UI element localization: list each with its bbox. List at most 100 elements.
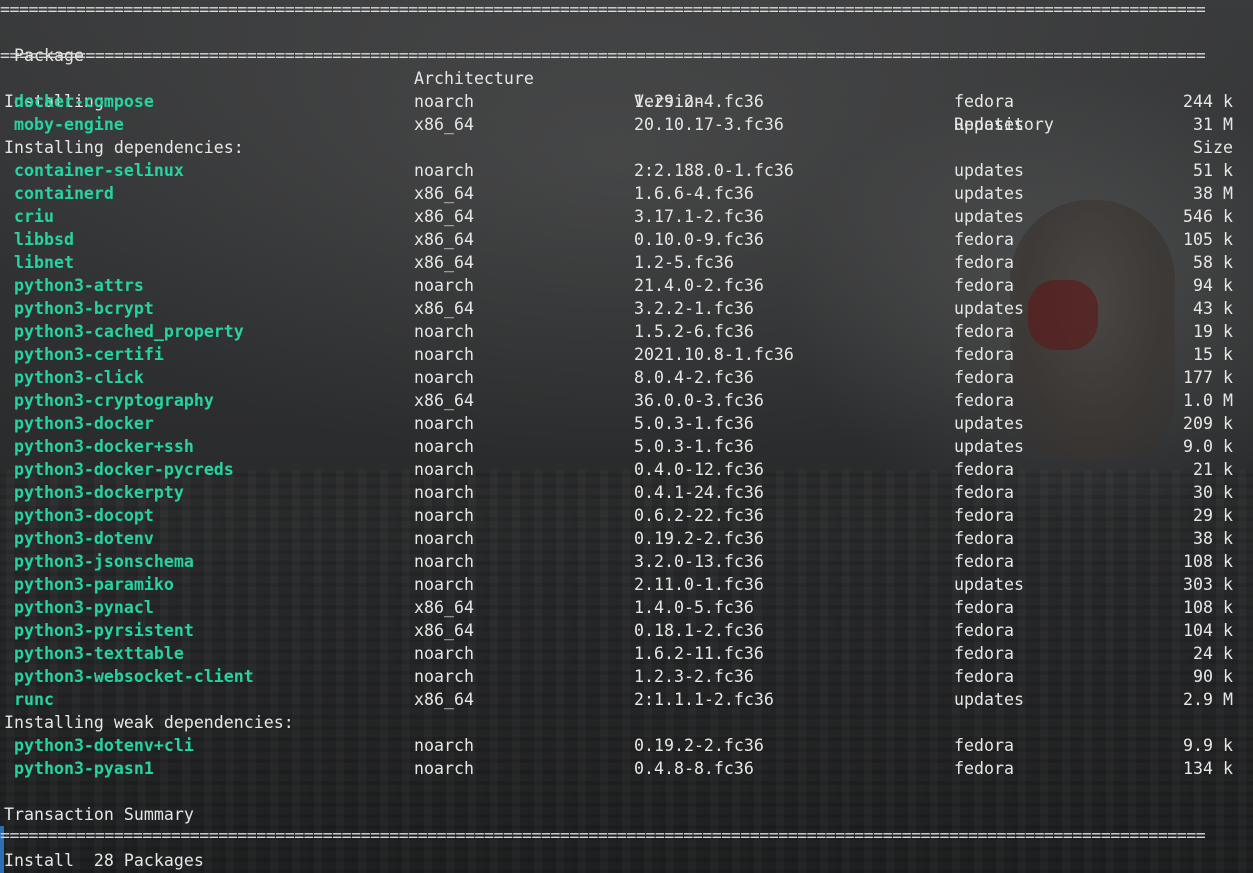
- package-name: containerd: [14, 184, 114, 203]
- table-row: python3-dotenv+cli noarch 0.19.2-2.fc36 fed…: [0, 734, 1253, 757]
- package-version: 1.2.3-2.fc36: [634, 667, 754, 686]
- package-arch: noarch: [414, 552, 474, 571]
- package-size: 9.9 k: [1183, 736, 1233, 755]
- table-row: libbsd x86_64 0.10.0-9.fc36 fedora 105 k: [0, 228, 1253, 251]
- table-row: libnet x86_64 1.2-5.fc36 fedora 58 k: [0, 251, 1253, 274]
- package-repo: fedora: [954, 506, 1014, 525]
- package-version: 0.19.2-2.fc36: [634, 529, 764, 548]
- package-size: 105 k: [1183, 230, 1233, 249]
- package-repo: updates: [954, 161, 1024, 180]
- package-arch: noarch: [414, 736, 474, 755]
- package-name: python3-docker+ssh: [14, 437, 194, 456]
- package-arch: x86_64: [414, 299, 474, 318]
- package-version: 0.6.2-22.fc36: [634, 506, 764, 525]
- package-arch: x86_64: [414, 184, 474, 203]
- package-version: 2:1.1.1-2.fc36: [634, 690, 774, 709]
- package-arch: noarch: [414, 345, 474, 364]
- package-version: 0.4.0-12.fc36: [634, 460, 764, 479]
- package-name: libbsd: [14, 230, 74, 249]
- package-version: 0.10.0-9.fc36: [634, 230, 764, 249]
- package-name: python3-certifi: [14, 345, 164, 364]
- table-row: python3-pyasn1 noarch 0.4.8-8.fc36 fedora 13…: [0, 757, 1253, 780]
- package-size: 43 k: [1193, 299, 1233, 318]
- package-name: runc: [14, 690, 54, 709]
- package-version: 8.0.4-2.fc36: [634, 368, 754, 387]
- package-repo: fedora: [954, 92, 1014, 111]
- package-size: 104 k: [1183, 621, 1233, 640]
- package-arch: noarch: [414, 529, 474, 548]
- table-row: python3-pyrsistent x86_64 0.18.1-2.fc36 fed…: [0, 619, 1253, 642]
- package-version: 2.11.0-1.fc36: [634, 575, 764, 594]
- package-arch: x86_64: [414, 115, 474, 134]
- package-version: 20.10.17-3.fc36: [634, 115, 784, 134]
- package-repo: fedora: [954, 230, 1014, 249]
- package-size: 108 k: [1183, 552, 1233, 571]
- package-arch: noarch: [414, 506, 474, 525]
- package-version: 5.0.3-1.fc36: [634, 437, 754, 456]
- package-repo: updates: [954, 575, 1024, 594]
- package-size: 9.0 k: [1183, 437, 1233, 456]
- package-arch: noarch: [414, 460, 474, 479]
- package-arch: noarch: [414, 575, 474, 594]
- table-row: python3-docopt noarch 0.6.2-22.fc36 fedora 2…: [0, 504, 1253, 527]
- package-repo: fedora: [954, 322, 1014, 341]
- package-arch: noarch: [414, 437, 474, 456]
- package-size: 29 k: [1193, 506, 1233, 525]
- package-repo: fedora: [954, 552, 1014, 571]
- package-name: python3-paramiko: [14, 575, 174, 594]
- package-arch: x86_64: [414, 598, 474, 617]
- package-repo: fedora: [954, 368, 1014, 387]
- table-row: python3-certifi noarch 2021.10.8-1.fc36 fed…: [0, 343, 1253, 366]
- package-repo: fedora: [954, 598, 1014, 617]
- package-name: python3-cryptography: [14, 391, 214, 410]
- package-name: python3-cached_property: [14, 322, 244, 341]
- package-name: python3-dotenv: [14, 529, 154, 548]
- package-repo: fedora: [954, 483, 1014, 502]
- package-name: python3-dotenv+cli: [14, 736, 194, 755]
- package-arch: noarch: [414, 92, 474, 111]
- table-row: python3-texttable noarch 1.6.2-11.fc36 fedo…: [0, 642, 1253, 665]
- package-size: 21 k: [1193, 460, 1233, 479]
- package-version: 3.2.0-13.fc36: [634, 552, 764, 571]
- package-arch: noarch: [414, 322, 474, 341]
- package-name: python3-click: [14, 368, 144, 387]
- table-row: python3-attrs noarch 21.4.0-2.fc36 fedora 94…: [0, 274, 1253, 297]
- package-name: python3-bcrypt: [14, 299, 154, 318]
- package-repo: updates: [954, 115, 1024, 134]
- package-repo: updates: [954, 690, 1024, 709]
- package-size: 90 k: [1193, 667, 1233, 686]
- package-arch: x86_64: [414, 207, 474, 226]
- package-size: 1.0 M: [1183, 391, 1233, 410]
- package-name: docker-compose: [14, 92, 154, 111]
- table-row: python3-dotenv noarch 0.19.2-2.fc36 fedora 3…: [0, 527, 1253, 550]
- package-repo: fedora: [954, 759, 1014, 778]
- package-size: 38 k: [1193, 529, 1233, 548]
- package-version: 1.4.0-5.fc36: [634, 598, 754, 617]
- package-size: 15 k: [1193, 345, 1233, 364]
- table-row: python3-jsonschema noarch 3.2.0-13.fc36 fed…: [0, 550, 1253, 573]
- package-size: 2.9 M: [1183, 690, 1233, 709]
- package-repo: fedora: [954, 276, 1014, 295]
- package-repo: updates: [954, 414, 1024, 433]
- table-header: Package Architecture Version Repository …: [0, 21, 1253, 157]
- package-name: python3-docopt: [14, 506, 154, 525]
- package-repo: fedora: [954, 391, 1014, 410]
- package-arch: x86_64: [414, 690, 474, 709]
- package-arch: x86_64: [414, 391, 474, 410]
- table-row: python3-docker+ssh noarch 5.0.3-1.fc36 upda…: [0, 435, 1253, 458]
- package-arch: x86_64: [414, 253, 474, 272]
- package-name: python3-attrs: [14, 276, 144, 295]
- table-row: moby-engine x86_64 20.10.17-3.fc36 updates 3…: [0, 113, 1253, 136]
- table-row: python3-bcrypt x86_64 3.2.2-1.fc36 updates 4…: [0, 297, 1253, 320]
- package-name: python3-websocket-client: [14, 667, 254, 686]
- table-row: python3-docker noarch 5.0.3-1.fc36 updates 2…: [0, 412, 1253, 435]
- package-name: python3-texttable: [14, 644, 184, 663]
- terminal-window[interactable]: ========================================…: [0, 0, 1253, 873]
- package-repo: fedora: [954, 529, 1014, 548]
- section-label-weak-dependencies-text: Installing weak dependencies:: [4, 713, 294, 732]
- transaction-summary-title: Transaction Summary: [0, 803, 1253, 826]
- package-version: 1.6.6-4.fc36: [634, 184, 754, 203]
- table-row: containerd x86_64 1.6.6-4.fc36 updates 38 M: [0, 182, 1253, 205]
- package-name: libnet: [14, 253, 74, 272]
- package-size: 38 M: [1193, 184, 1233, 203]
